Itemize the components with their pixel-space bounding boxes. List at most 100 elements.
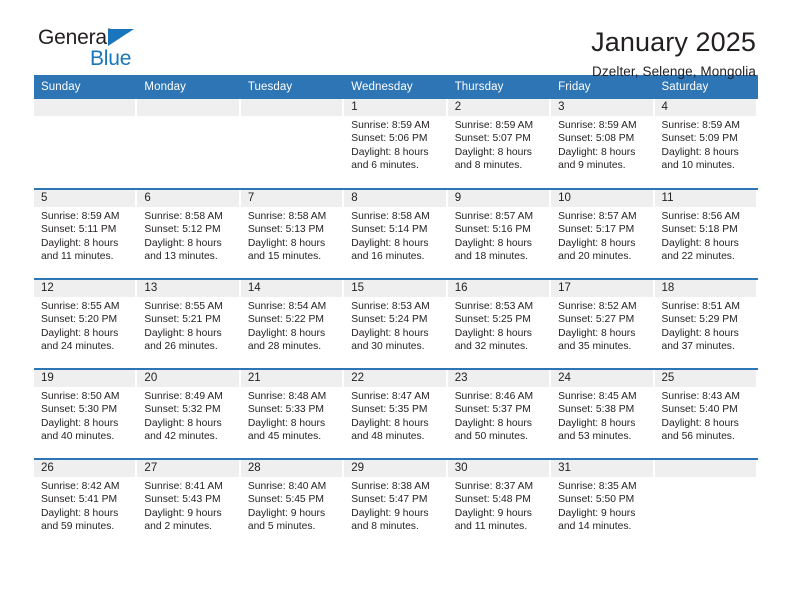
sunset-text: Sunset: 5:29 PM (661, 314, 738, 326)
sunset-text: Sunset: 5:25 PM (454, 314, 531, 326)
sunrise-text: Sunrise: 8:59 AM (454, 120, 534, 131)
daylight-text-line1: Daylight: 8 hours (351, 146, 429, 158)
daylight-text-line1: Daylight: 8 hours (247, 417, 326, 429)
daylight-text-line2: and 2 minutes. (144, 520, 212, 532)
calendar-day-cell[interactable]: 13 Sunrise: 8:55 AM Sunset: 5:21 PM Dayligh… (137, 278, 241, 369)
sunset-text: Sunset: 5:06 PM (351, 133, 428, 145)
daylight-text-line2: and 9 minutes. (558, 159, 626, 171)
calendar-day-cell[interactable]: 2 Sunrise: 8:59 AM Sunset: 5:07 PM Daylight… (447, 99, 552, 189)
calendar-day-cell[interactable]: 20 Sunrise: 8:49 AM Sunset: 5:32 PM Dayligh… (137, 368, 241, 459)
day-number: 16 (447, 280, 552, 297)
calendar-day-cell[interactable]: 10 Sunrise: 8:57 AM Sunset: 5:17 PM Dayligh… (551, 188, 655, 279)
calendar-week-row: 5 Sunrise: 8:59 AM Sunset: 5:11 PM Daylight… (34, 188, 758, 279)
daylight-text-line1: Daylight: 9 hours (558, 507, 636, 519)
calendar-day-cell[interactable]: 17 Sunrise: 8:52 AM Sunset: 5:27 PM Dayligh… (551, 278, 655, 369)
sunset-text: Sunset: 5:08 PM (558, 133, 635, 145)
sunset-text: Sunset: 5:12 PM (144, 224, 221, 236)
sunrise-text: Sunrise: 8:59 AM (661, 120, 740, 131)
calendar-day-cell[interactable]: 14 Sunrise: 8:54 AM Sunset: 5:22 PM Dayligh… (240, 278, 345, 369)
sunset-text: Sunset: 5:35 PM (351, 404, 428, 416)
calendar-day-cell[interactable]: 6 Sunrise: 8:58 AM Sunset: 5:12 PM Daylight… (137, 188, 241, 279)
calendar-day-cell[interactable]: 15 Sunrise: 8:53 AM Sunset: 5:24 PM Dayligh… (344, 278, 448, 369)
sunrise-text: Sunrise: 8:57 AM (454, 211, 534, 222)
calendar-day-cell[interactable]: 23 Sunrise: 8:46 AM Sunset: 5:37 PM Dayligh… (447, 368, 552, 459)
day-details: Sunrise: 8:35 AM Sunset: 5:50 PM Daylight:… (551, 477, 654, 533)
calendar-week-row: 12 Sunrise: 8:55 AM Sunset: 5:20 PM Dayligh… (34, 278, 758, 369)
day-details: Sunrise: 8:45 AM Sunset: 5:38 PM Daylight:… (551, 387, 654, 443)
sunrise-text: Sunrise: 8:38 AM (351, 481, 430, 492)
calendar-day-cell[interactable]: 8 Sunrise: 8:58 AM Sunset: 5:14 PM Daylight… (344, 188, 448, 279)
calendar-day-cell[interactable]: 5 Sunrise: 8:59 AM Sunset: 5:11 PM Daylight… (34, 188, 138, 279)
title-block: January 2025 Dzelter, Selenge, Mongolia (591, 26, 758, 82)
day-details: Sunrise: 8:38 AM Sunset: 5:47 PM Daylight:… (344, 477, 447, 533)
daylight-text-line2: and 48 minutes. (351, 430, 425, 442)
calendar-day-cell-empty (654, 458, 758, 549)
daylight-text-line1: Daylight: 9 hours (351, 507, 429, 519)
calendar-day-cell[interactable]: 18 Sunrise: 8:51 AM Sunset: 5:29 PM Dayligh… (654, 278, 758, 369)
daylight-text-line1: Daylight: 8 hours (351, 327, 429, 339)
daylight-text-line2: and 20 minutes. (558, 250, 632, 262)
day-details: Sunrise: 8:46 AM Sunset: 5:37 PM Daylight:… (448, 387, 551, 443)
day-number: 14 (240, 280, 345, 297)
calendar-day-cell[interactable]: 22 Sunrise: 8:47 AM Sunset: 5:35 PM Dayligh… (344, 368, 448, 459)
calendar-day-cell[interactable]: 3 Sunrise: 8:59 AM Sunset: 5:08 PM Daylight… (551, 99, 655, 189)
sunrise-text: Sunrise: 8:59 AM (41, 211, 120, 222)
calendar-day-cell[interactable]: 7 Sunrise: 8:58 AM Sunset: 5:13 PM Daylight… (240, 188, 345, 279)
day-number: 12 (34, 280, 138, 297)
daylight-text-line1: Daylight: 8 hours (454, 417, 532, 429)
daylight-text-line2: and 8 minutes. (454, 159, 523, 171)
daylight-text-line1: Daylight: 8 hours (41, 237, 119, 249)
sunrise-text: Sunrise: 8:48 AM (247, 391, 327, 402)
page-title: January 2025 (591, 27, 756, 57)
day-number: 21 (240, 370, 345, 387)
calendar-day-cell[interactable]: 29 Sunrise: 8:38 AM Sunset: 5:47 PM Dayligh… (344, 458, 448, 549)
sunset-text: Sunset: 5:32 PM (144, 404, 221, 416)
calendar-day-cell[interactable]: 27 Sunrise: 8:41 AM Sunset: 5:43 PM Dayligh… (137, 458, 241, 549)
daylight-text-line1: Daylight: 8 hours (454, 146, 532, 158)
day-number: 30 (447, 460, 552, 477)
daylight-text-line1: Daylight: 8 hours (454, 237, 532, 249)
calendar-day-cell[interactable]: 4 Sunrise: 8:59 AM Sunset: 5:09 PM Daylight… (654, 99, 758, 189)
daylight-text-line1: Daylight: 8 hours (558, 327, 636, 339)
sunrise-text: Sunrise: 8:55 AM (41, 301, 120, 312)
sunrise-text: Sunrise: 8:53 AM (454, 301, 534, 312)
calendar-day-cell[interactable]: 16 Sunrise: 8:53 AM Sunset: 5:25 PM Dayligh… (447, 278, 552, 369)
calendar-day-cell[interactable]: 25 Sunrise: 8:43 AM Sunset: 5:40 PM Dayligh… (654, 368, 758, 459)
calendar-day-cell[interactable]: 21 Sunrise: 8:48 AM Sunset: 5:33 PM Dayligh… (240, 368, 345, 459)
calendar-day-cell[interactable]: 9 Sunrise: 8:57 AM Sunset: 5:16 PM Daylight… (447, 188, 552, 279)
daylight-text-line1: Daylight: 8 hours (247, 327, 326, 339)
day-number (654, 460, 758, 477)
calendar-day-cell[interactable]: 19 Sunrise: 8:50 AM Sunset: 5:30 PM Dayligh… (34, 368, 138, 459)
calendar-day-cell[interactable]: 12 Sunrise: 8:55 AM Sunset: 5:20 PM Dayligh… (34, 278, 138, 369)
generalblue-logo[interactable]: General Blue (34, 26, 214, 78)
weekday-header-tuesday: Tuesday (240, 75, 345, 99)
day-details: Sunrise: 8:57 AM Sunset: 5:16 PM Daylight:… (448, 207, 551, 263)
sunset-text: Sunset: 5:43 PM (144, 494, 221, 506)
day-number: 3 (551, 99, 655, 116)
sunset-text: Sunset: 5:22 PM (247, 314, 324, 326)
logo-text-blue: Blue (90, 47, 132, 70)
calendar-day-cell[interactable]: 28 Sunrise: 8:40 AM Sunset: 5:45 PM Dayligh… (240, 458, 345, 549)
calendar-day-cell[interactable]: 26 Sunrise: 8:42 AM Sunset: 5:41 PM Dayligh… (34, 458, 138, 549)
daylight-text-line1: Daylight: 8 hours (41, 327, 119, 339)
daylight-text-line1: Daylight: 8 hours (351, 417, 429, 429)
daylight-text-line1: Daylight: 8 hours (661, 237, 739, 249)
day-number: 9 (447, 190, 552, 207)
sunset-text: Sunset: 5:37 PM (454, 404, 531, 416)
calendar-day-cell[interactable]: 31 Sunrise: 8:35 AM Sunset: 5:50 PM Dayligh… (551, 458, 655, 549)
calendar-day-cell[interactable]: 24 Sunrise: 8:45 AM Sunset: 5:38 PM Dayligh… (551, 368, 655, 459)
calendar-day-cell-empty (34, 99, 138, 189)
day-number: 18 (654, 280, 758, 297)
sunset-text: Sunset: 5:18 PM (661, 224, 738, 236)
sunrise-text: Sunrise: 8:37 AM (454, 481, 534, 492)
day-details: Sunrise: 8:59 AM Sunset: 5:08 PM Daylight:… (551, 116, 654, 172)
sunset-text: Sunset: 5:50 PM (558, 494, 635, 506)
calendar-day-cell[interactable]: 11 Sunrise: 8:56 AM Sunset: 5:18 PM Dayligh… (654, 188, 758, 279)
daylight-text-line2: and 45 minutes. (247, 430, 322, 442)
calendar-day-cell[interactable]: 1 Sunrise: 8:59 AM Sunset: 5:06 PM Daylight… (344, 99, 448, 189)
day-details: Sunrise: 8:56 AM Sunset: 5:18 PM Daylight:… (655, 207, 758, 263)
sunset-text: Sunset: 5:11 PM (41, 224, 117, 236)
calendar-day-cell[interactable]: 30 Sunrise: 8:37 AM Sunset: 5:48 PM Dayligh… (447, 458, 552, 549)
day-details: Sunrise: 8:55 AM Sunset: 5:20 PM Daylight:… (34, 297, 137, 353)
daylight-text-line2: and 15 minutes. (247, 250, 322, 262)
